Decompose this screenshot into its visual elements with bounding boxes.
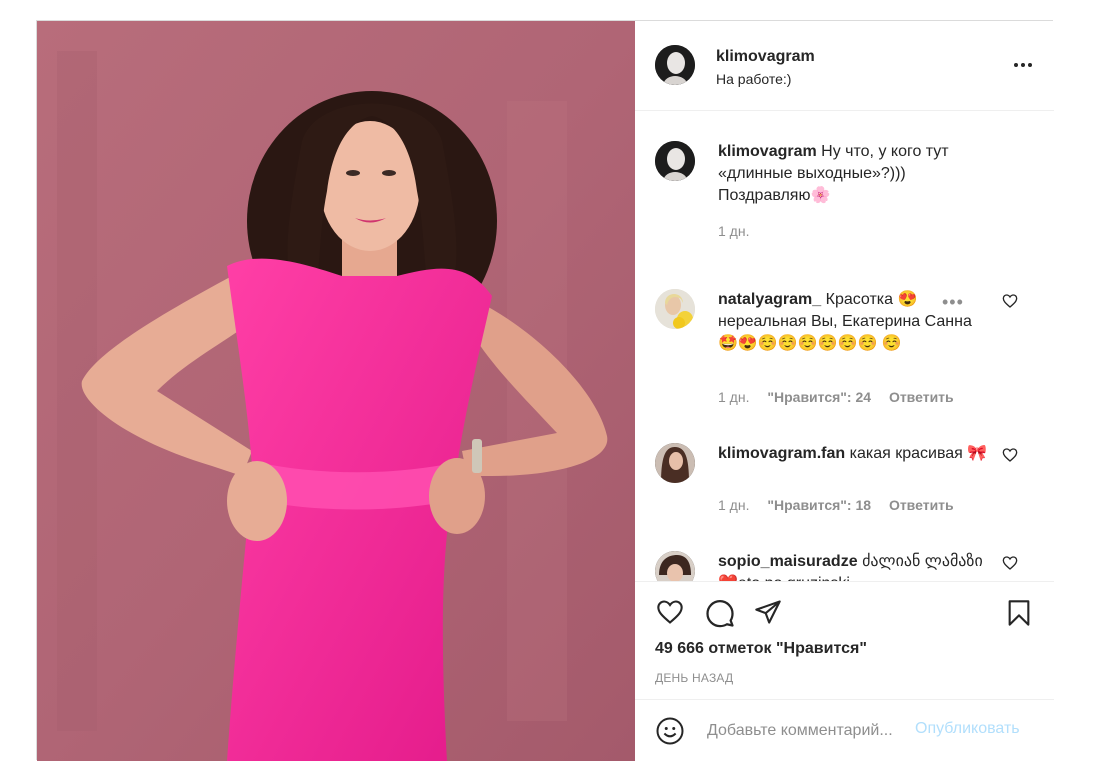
caption-meta: 1 дн. (718, 223, 763, 239)
comments-list[interactable]: klimovagram Ну что, у кого тут «длинные … (635, 111, 1054, 581)
commenter-avatar[interactable] (655, 551, 695, 581)
caption-avatar-image (655, 141, 695, 181)
comment-time[interactable]: 1 дн. (718, 497, 749, 513)
comment-like-heart-icon[interactable] (1002, 555, 1018, 571)
comment-like-heart-icon[interactable] (1002, 293, 1018, 309)
post-header: klimovagram На работе:) (635, 21, 1054, 111)
comment-time[interactable]: 1 дн. (718, 389, 749, 405)
author-avatar[interactable] (655, 45, 695, 85)
add-comment-bar: Опубликовать (635, 699, 1054, 761)
comment-more-icon[interactable]: ••• (942, 292, 964, 313)
heart-icon[interactable] (655, 598, 685, 631)
post-sidebar: klimovagram На работе:) klimovagram Ну ч… (635, 21, 1054, 761)
commenter-avatar-image (655, 289, 695, 329)
commenter-avatar-image (655, 443, 695, 483)
like-count[interactable]: 49 666 отметок "Нравится" (655, 640, 867, 658)
comment-icon[interactable] (705, 598, 735, 633)
caption-text: klimovagram Ну что, у кого тут «длинные … (718, 141, 988, 207)
commenter-avatar[interactable] (655, 289, 695, 329)
reply-button[interactable]: Ответить (889, 389, 954, 405)
commenter-avatar[interactable] (655, 443, 695, 483)
comment-likes[interactable]: "Нравится": 18 (767, 497, 871, 513)
post-timestamp: День назад (655, 671, 734, 685)
comment-username[interactable]: sopio_maisuradze (718, 553, 858, 570)
post-actions: 49 666 отметок "Нравится" День назад (635, 581, 1054, 699)
woman-in-pink-dress-photo (37, 21, 635, 761)
commenter-avatar-image (655, 551, 695, 581)
author-avatar-image (655, 45, 695, 85)
emoji-icon[interactable] (655, 716, 685, 751)
instagram-post: klimovagram На работе:) klimovagram Ну ч… (36, 20, 1054, 761)
author-username[interactable]: klimovagram (716, 48, 815, 66)
post-photo[interactable] (37, 21, 635, 761)
comment-text: sopio_maisuradze ძალიან ლამაზი❤️eto po g… (718, 551, 988, 581)
comment-likes[interactable]: "Нравится": 24 (767, 389, 871, 405)
comment-meta: 1 дн. "Нравится": 24 Ответить (718, 389, 968, 405)
comment-meta: 1 дн. "Нравится": 18 Ответить (718, 497, 968, 513)
comment-body: какая красивая 🎀 (849, 445, 988, 462)
post-location[interactable]: На работе:) (716, 71, 791, 87)
comment-text: klimovagram.fan какая красивая 🎀 (718, 443, 988, 465)
comment-username[interactable]: klimovagram.fan (718, 445, 845, 462)
caption-time[interactable]: 1 дн. (718, 223, 749, 239)
more-options-icon[interactable] (1012, 57, 1034, 73)
comment-input[interactable] (705, 718, 919, 744)
caption-avatar[interactable] (655, 141, 695, 181)
share-icon[interactable] (753, 598, 783, 631)
comment-like-heart-icon[interactable] (1002, 447, 1018, 463)
comment-username[interactable]: natalyagram_ (718, 291, 821, 308)
bookmark-icon[interactable] (1005, 598, 1033, 633)
reply-button[interactable]: Ответить (889, 497, 954, 513)
publish-button[interactable]: Опубликовать (915, 720, 1020, 738)
caption-username[interactable]: klimovagram (718, 143, 817, 160)
